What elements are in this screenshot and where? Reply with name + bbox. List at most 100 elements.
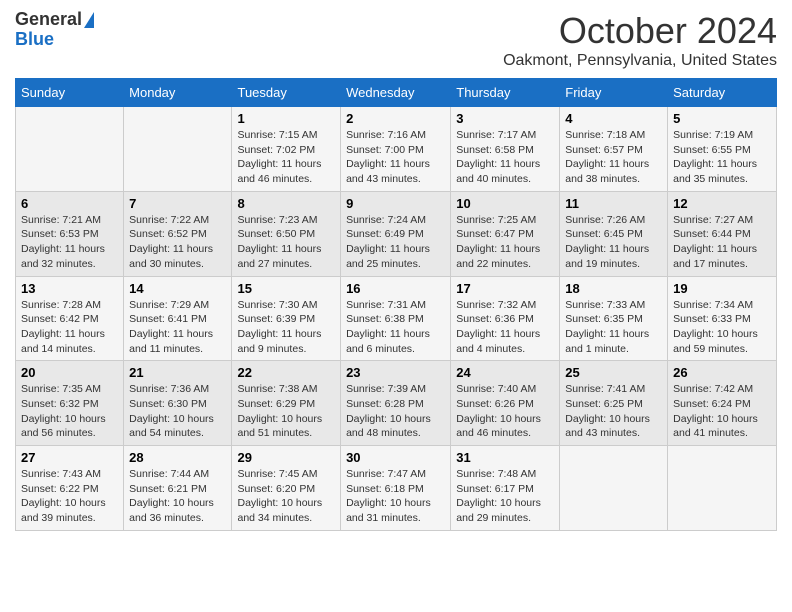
calendar-table: SundayMondayTuesdayWednesdayThursdayFrid… — [15, 78, 777, 531]
page-header: General Blue October 2024 Oakmont, Penns… — [15, 10, 777, 70]
calendar-cell: 23 Sunrise: 7:39 AM Sunset: 6:28 PM Dayli… — [341, 361, 451, 446]
cell-content: Sunrise: 7:48 AM Sunset: 6:17 PM Dayligh… — [456, 467, 554, 526]
cell-content: Sunrise: 7:41 AM Sunset: 6:25 PM Dayligh… — [565, 382, 662, 441]
cell-content: Sunrise: 7:30 AM Sunset: 6:39 PM Dayligh… — [237, 298, 335, 357]
day-number: 26 — [673, 365, 771, 380]
calendar-cell: 3 Sunrise: 7:17 AM Sunset: 6:58 PM Daylig… — [451, 107, 560, 192]
cell-content: Sunrise: 7:16 AM Sunset: 7:00 PM Dayligh… — [346, 128, 445, 187]
location-title: Oakmont, Pennsylvania, United States — [503, 52, 777, 70]
day-number: 30 — [346, 450, 445, 465]
calendar-cell: 16 Sunrise: 7:31 AM Sunset: 6:38 PM Dayli… — [341, 276, 451, 361]
day-number: 13 — [21, 281, 118, 296]
cell-content: Sunrise: 7:33 AM Sunset: 6:35 PM Dayligh… — [565, 298, 662, 357]
cell-content: Sunrise: 7:22 AM Sunset: 6:52 PM Dayligh… — [129, 213, 226, 272]
calendar-cell — [668, 446, 777, 531]
header-wednesday: Wednesday — [341, 79, 451, 107]
calendar-cell: 10 Sunrise: 7:25 AM Sunset: 6:47 PM Dayli… — [451, 191, 560, 276]
cell-content: Sunrise: 7:18 AM Sunset: 6:57 PM Dayligh… — [565, 128, 662, 187]
calendar-header-row: SundayMondayTuesdayWednesdayThursdayFrid… — [16, 79, 777, 107]
calendar-cell — [560, 446, 668, 531]
cell-content: Sunrise: 7:45 AM Sunset: 6:20 PM Dayligh… — [237, 467, 335, 526]
cell-content: Sunrise: 7:47 AM Sunset: 6:18 PM Dayligh… — [346, 467, 445, 526]
day-number: 18 — [565, 281, 662, 296]
cell-content: Sunrise: 7:34 AM Sunset: 6:33 PM Dayligh… — [673, 298, 771, 357]
cell-content: Sunrise: 7:23 AM Sunset: 6:50 PM Dayligh… — [237, 213, 335, 272]
calendar-cell: 25 Sunrise: 7:41 AM Sunset: 6:25 PM Dayli… — [560, 361, 668, 446]
title-section: October 2024 Oakmont, Pennsylvania, Unit… — [503, 10, 777, 70]
day-number: 19 — [673, 281, 771, 296]
calendar-cell — [16, 107, 124, 192]
day-number: 17 — [456, 281, 554, 296]
logo: General Blue — [15, 10, 94, 50]
calendar-cell: 1 Sunrise: 7:15 AM Sunset: 7:02 PM Daylig… — [232, 107, 341, 192]
cell-content: Sunrise: 7:29 AM Sunset: 6:41 PM Dayligh… — [129, 298, 226, 357]
day-number: 4 — [565, 111, 662, 126]
day-number: 14 — [129, 281, 226, 296]
header-friday: Friday — [560, 79, 668, 107]
calendar-cell: 18 Sunrise: 7:33 AM Sunset: 6:35 PM Dayli… — [560, 276, 668, 361]
cell-content: Sunrise: 7:21 AM Sunset: 6:53 PM Dayligh… — [21, 213, 118, 272]
calendar-cell: 6 Sunrise: 7:21 AM Sunset: 6:53 PM Daylig… — [16, 191, 124, 276]
calendar-cell: 12Sunrise: 7:27 AM Sunset: 6:44 PM Dayli… — [668, 191, 777, 276]
cell-content: Sunrise: 7:17 AM Sunset: 6:58 PM Dayligh… — [456, 128, 554, 187]
calendar-cell: 19 Sunrise: 7:34 AM Sunset: 6:33 PM Dayli… — [668, 276, 777, 361]
calendar-cell: 14 Sunrise: 7:29 AM Sunset: 6:41 PM Dayli… — [124, 276, 232, 361]
cell-content: Sunrise: 7:43 AM Sunset: 6:22 PM Dayligh… — [21, 467, 118, 526]
cell-content: Sunrise: 7:19 AM Sunset: 6:55 PM Dayligh… — [673, 128, 771, 187]
cell-content: Sunrise: 7:35 AM Sunset: 6:32 PM Dayligh… — [21, 382, 118, 441]
month-title: October 2024 — [503, 10, 777, 52]
calendar-cell: 4 Sunrise: 7:18 AM Sunset: 6:57 PM Daylig… — [560, 107, 668, 192]
header-sunday: Sunday — [16, 79, 124, 107]
day-number: 23 — [346, 365, 445, 380]
day-number: 29 — [237, 450, 335, 465]
header-tuesday: Tuesday — [232, 79, 341, 107]
cell-content: Sunrise: 7:15 AM Sunset: 7:02 PM Dayligh… — [237, 128, 335, 187]
day-number: 21 — [129, 365, 226, 380]
header-monday: Monday — [124, 79, 232, 107]
day-number: 1 — [237, 111, 335, 126]
calendar-cell: 8 Sunrise: 7:23 AM Sunset: 6:50 PM Daylig… — [232, 191, 341, 276]
day-number: 27 — [21, 450, 118, 465]
calendar-cell: 9Sunrise: 7:24 AM Sunset: 6:49 PM Daylig… — [341, 191, 451, 276]
cell-content: Sunrise: 7:38 AM Sunset: 6:29 PM Dayligh… — [237, 382, 335, 441]
calendar-cell: 31 Sunrise: 7:48 AM Sunset: 6:17 PM Dayli… — [451, 446, 560, 531]
calendar-cell: 20Sunrise: 7:35 AM Sunset: 6:32 PM Dayli… — [16, 361, 124, 446]
day-number: 9 — [346, 196, 445, 211]
day-number: 8 — [237, 196, 335, 211]
week-row-3: 13Sunrise: 7:28 AM Sunset: 6:42 PM Dayli… — [16, 276, 777, 361]
cell-content: Sunrise: 7:31 AM Sunset: 6:38 PM Dayligh… — [346, 298, 445, 357]
day-number: 22 — [237, 365, 335, 380]
logo-text-general: General — [15, 10, 82, 30]
calendar-cell: 28 Sunrise: 7:44 AM Sunset: 6:21 PM Dayli… — [124, 446, 232, 531]
cell-content: Sunrise: 7:25 AM Sunset: 6:47 PM Dayligh… — [456, 213, 554, 272]
day-number: 6 — [21, 196, 118, 211]
day-number: 2 — [346, 111, 445, 126]
week-row-2: 6 Sunrise: 7:21 AM Sunset: 6:53 PM Daylig… — [16, 191, 777, 276]
day-number: 11 — [565, 196, 662, 211]
cell-content: Sunrise: 7:40 AM Sunset: 6:26 PM Dayligh… — [456, 382, 554, 441]
header-thursday: Thursday — [451, 79, 560, 107]
day-number: 25 — [565, 365, 662, 380]
week-row-4: 20Sunrise: 7:35 AM Sunset: 6:32 PM Dayli… — [16, 361, 777, 446]
cell-content: Sunrise: 7:27 AM Sunset: 6:44 PM Dayligh… — [673, 213, 771, 272]
day-number: 16 — [346, 281, 445, 296]
calendar-cell: 13Sunrise: 7:28 AM Sunset: 6:42 PM Dayli… — [16, 276, 124, 361]
week-row-1: 1 Sunrise: 7:15 AM Sunset: 7:02 PM Daylig… — [16, 107, 777, 192]
calendar-cell — [124, 107, 232, 192]
day-number: 3 — [456, 111, 554, 126]
cell-content: Sunrise: 7:44 AM Sunset: 6:21 PM Dayligh… — [129, 467, 226, 526]
calendar-cell: 30 Sunrise: 7:47 AM Sunset: 6:18 PM Dayli… — [341, 446, 451, 531]
week-row-5: 27 Sunrise: 7:43 AM Sunset: 6:22 PM Dayli… — [16, 446, 777, 531]
calendar-cell: 15Sunrise: 7:30 AM Sunset: 6:39 PM Dayli… — [232, 276, 341, 361]
cell-content: Sunrise: 7:39 AM Sunset: 6:28 PM Dayligh… — [346, 382, 445, 441]
day-number: 24 — [456, 365, 554, 380]
day-number: 28 — [129, 450, 226, 465]
calendar-cell: 27 Sunrise: 7:43 AM Sunset: 6:22 PM Dayli… — [16, 446, 124, 531]
logo-triangle-icon — [84, 12, 94, 28]
day-number: 5 — [673, 111, 771, 126]
day-number: 10 — [456, 196, 554, 211]
calendar-cell: 2 Sunrise: 7:16 AM Sunset: 7:00 PM Daylig… — [341, 107, 451, 192]
day-number: 31 — [456, 450, 554, 465]
calendar-cell: 26Sunrise: 7:42 AM Sunset: 6:24 PM Dayli… — [668, 361, 777, 446]
calendar-cell: 29 Sunrise: 7:45 AM Sunset: 6:20 PM Dayli… — [232, 446, 341, 531]
